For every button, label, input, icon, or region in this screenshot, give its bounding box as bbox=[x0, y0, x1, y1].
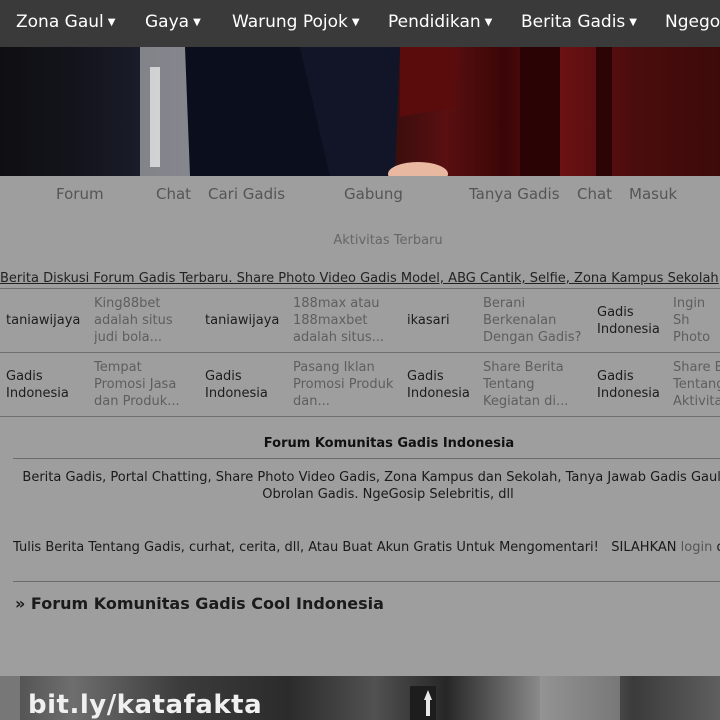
secnav-chat-link[interactable]: Chat bbox=[156, 185, 191, 203]
secnav-gabung-link[interactable]: Gabung bbox=[344, 185, 403, 203]
caret-down-icon: ▼ bbox=[193, 17, 201, 28]
secnav-masuk-link[interactable]: Masuk bbox=[629, 185, 677, 203]
nav-berita-gadis[interactable]: Berita Gadis ▼ bbox=[521, 12, 637, 32]
nav-zona-gaul[interactable]: Zona Gaul ▼ bbox=[16, 12, 115, 32]
post-snippet[interactable]: Share B Tentang Aktivita bbox=[673, 359, 720, 410]
divider bbox=[13, 458, 720, 459]
nav-label: Gaya bbox=[145, 12, 190, 32]
post-author[interactable]: Gadis Indonesia bbox=[205, 359, 275, 410]
photo-watermark: bit.ly/katafakta bbox=[28, 690, 263, 720]
divider bbox=[13, 581, 720, 582]
cta-prefix: SILAHKAN bbox=[611, 540, 677, 555]
post-snippet[interactable]: King88bet adalah situs judi bola... bbox=[94, 295, 194, 346]
post-snippet[interactable]: Share Berita Tentang Kegiatan di... bbox=[483, 359, 583, 410]
nav-label: Zona Gaul bbox=[16, 12, 104, 32]
secnav-chat-link-2[interactable]: Chat bbox=[577, 185, 612, 203]
breadcrumb-marker: » bbox=[15, 594, 26, 613]
table-row: Gadis Indonesia Tempat Promosi Jasa dan … bbox=[0, 353, 720, 417]
nav-pendidikan[interactable]: Pendidikan ▼ bbox=[388, 12, 492, 32]
cta-text: Tulis Berita Tentang Gadis, curhat, ceri… bbox=[13, 540, 599, 555]
cta-suffix: d bbox=[716, 540, 720, 555]
post-author[interactable]: taniawijaya bbox=[205, 295, 289, 346]
secondary-navigation: Forum Chat Cari Gadis Gabung Tanya Gadis… bbox=[0, 176, 720, 216]
post-author[interactable]: Gadis Indonesia bbox=[6, 359, 90, 410]
post-snippet[interactable]: 188max atau 188maxbet adalah situs... bbox=[293, 295, 397, 346]
secnav-cari-gadis-link[interactable]: Cari Gadis bbox=[208, 185, 285, 203]
caret-down-icon: ▼ bbox=[351, 17, 360, 28]
forum-description: Berita Gadis, Portal Chatting, Share Pho… bbox=[22, 470, 720, 502]
post-author[interactable]: Gadis Indonesia bbox=[597, 295, 667, 346]
post-snippet[interactable]: Ingin Sh Photo G Gadis C bbox=[673, 295, 720, 346]
banner-photo bbox=[140, 47, 612, 176]
forum-title: Forum Komunitas Gadis Cool Indonesia bbox=[30, 594, 384, 613]
header-banner-image bbox=[0, 47, 720, 176]
bottom-photo: bit.ly/katafakta bbox=[0, 676, 720, 720]
caret-down-icon: ▼ bbox=[107, 17, 116, 28]
nav-label: Pendidikan bbox=[388, 12, 481, 32]
post-snippet[interactable]: Tempat Promosi Jasa dan Produk... bbox=[94, 359, 190, 410]
login-link[interactable]: login bbox=[681, 540, 713, 555]
recent-activity-link[interactable]: Aktivitas Terbaru bbox=[0, 233, 720, 248]
post-author[interactable]: Gadis Indonesia bbox=[597, 359, 667, 410]
nav-label: Ngegos bbox=[665, 12, 720, 32]
table-row: taniawijaya King88bet adalah situs judi … bbox=[0, 289, 720, 353]
post-author[interactable]: Gadis Indonesia bbox=[407, 359, 477, 410]
forum-title-link[interactable]: » Forum Komunitas Gadis Cool Indonesia bbox=[15, 594, 384, 613]
caret-down-icon: ▼ bbox=[484, 17, 493, 28]
signup-prompt: Tulis Berita Tentang Gadis, curhat, ceri… bbox=[13, 540, 720, 555]
secnav-tanya-gadis-link[interactable]: Tanya Gadis bbox=[469, 185, 560, 203]
nav-ngegosip[interactable]: Ngegos bbox=[665, 12, 720, 32]
nav-warung-pojok[interactable]: Warung Pojok ▼ bbox=[232, 12, 360, 32]
secnav-forum-link[interactable]: Forum bbox=[56, 185, 104, 203]
recent-posts-table: taniawijaya King88bet adalah situs judi … bbox=[0, 288, 720, 417]
post-author[interactable]: taniawijaya bbox=[6, 295, 90, 346]
post-author[interactable]: ikasari bbox=[407, 295, 477, 346]
nav-gaya[interactable]: Gaya ▼ bbox=[145, 12, 201, 32]
caret-down-icon: ▼ bbox=[629, 17, 637, 28]
news-ticker[interactable]: Berita Diskusi Forum Gadis Terbaru. Shar… bbox=[0, 271, 720, 286]
post-snippet[interactable]: Berani Berkenalan Dengan Gadis? bbox=[483, 295, 587, 346]
nav-label: Warung Pojok bbox=[232, 12, 348, 32]
forum-heading: Forum Komunitas Gadis Indonesia bbox=[263, 436, 515, 451]
top-navigation: Zona Gaul ▼ Gaya ▼ Warung Pojok ▼ Pendidika… bbox=[0, 0, 720, 47]
nav-label: Berita Gadis bbox=[521, 12, 626, 32]
post-snippet[interactable]: Pasang Iklan Promosi Produk dan... bbox=[293, 359, 401, 410]
